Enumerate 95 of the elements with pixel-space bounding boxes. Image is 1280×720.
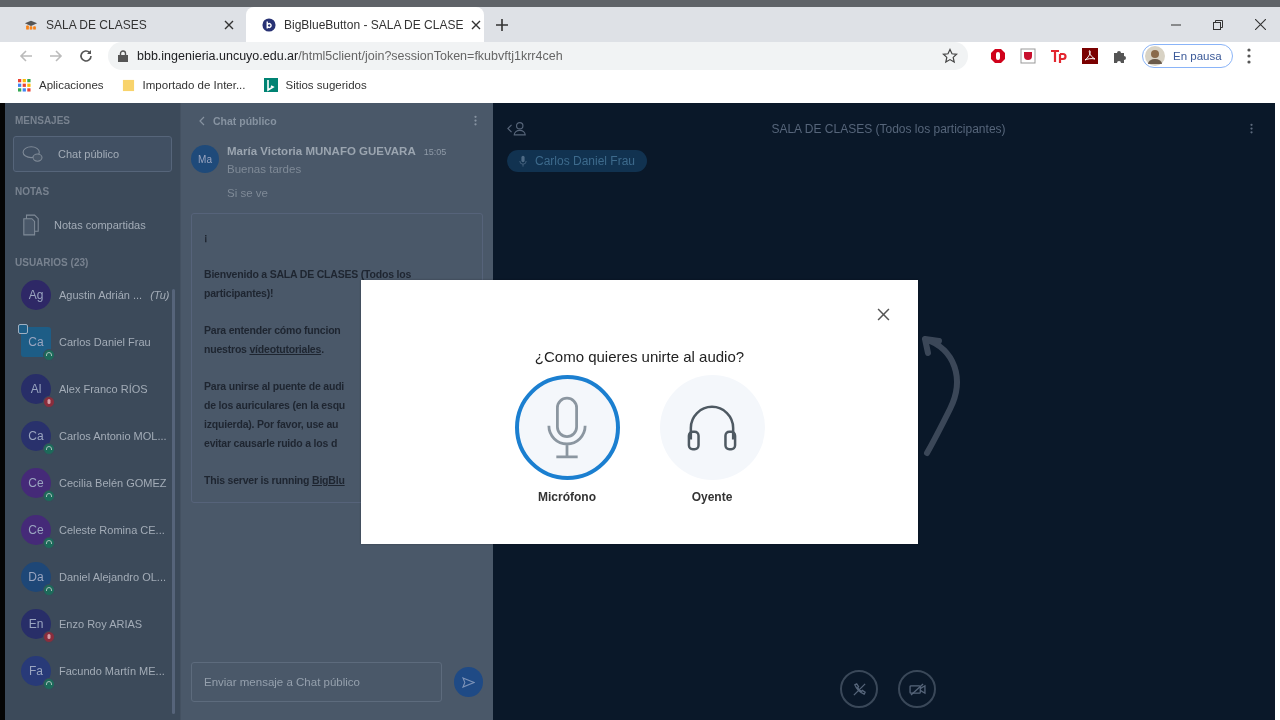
letter-b-icon [262, 17, 276, 32]
pdf-icon[interactable] [1082, 48, 1098, 64]
welcome-text: Para unirse al puente de audi [204, 379, 346, 394]
welcome-text: Para entender cómo funcion [204, 323, 342, 338]
welcome-text: participantes)! [204, 286, 275, 301]
stop-sign-icon[interactable] [990, 48, 1006, 64]
welcome-text: evitar causarle ruido a los d [204, 436, 339, 451]
user-name: Alex Franco RÍOS [59, 383, 148, 395]
user-name: Agustin Adrián ... [59, 289, 143, 301]
user-avatar: Ca [21, 421, 51, 451]
user-list-item[interactable]: En Enzo Roy ARIAS [15, 607, 180, 641]
user-name: Celeste Romina CE... [59, 524, 165, 536]
audio-option-button[interactable]: Oyente [659, 375, 765, 504]
user-list-item[interactable]: Ca Carlos Antonio MOL... [15, 419, 180, 453]
user-avatar: Ce [21, 468, 51, 498]
user-name: Cecilia Belén GOMEZ [59, 477, 167, 489]
kebab-menu-icon[interactable] [1250, 122, 1253, 135]
star-icon[interactable] [942, 48, 958, 64]
section-heading: NOTAS [15, 186, 51, 197]
microphone-icon [545, 395, 589, 460]
meeting-title: SALA DE CLASES (Todos los participantes) [771, 121, 1006, 136]
letter-b-icon [263, 78, 278, 92]
user-avatar: Ma [191, 145, 219, 173]
bookmark[interactable]: Aplicaciones [18, 78, 104, 92]
user-avatar: Da [21, 562, 51, 592]
welcome-text: de los auriculares (en la esqu [204, 398, 347, 413]
plus-icon[interactable] [496, 18, 508, 31]
bookmark[interactable]: Importado de Inter... [121, 78, 246, 92]
tp-logo-icon[interactable] [1050, 48, 1068, 64]
browser-tab[interactable]: BigBlueButton - SALA DE CLASE [246, 7, 484, 42]
user-avatar: Fa [21, 656, 51, 686]
puzzle-piece-icon[interactable] [1112, 48, 1128, 64]
app-grid-icon [18, 78, 31, 92]
muted-badge-icon [43, 396, 55, 408]
lock-icon [118, 50, 128, 62]
chat-bubbles-icon [22, 145, 44, 163]
phone-off-icon [851, 681, 867, 697]
user-avatar: Al [21, 374, 51, 404]
welcome-text: Bienvenido a SALA DE CLASES (Todos los [204, 267, 413, 282]
user-list-item[interactable]: Da Daniel Alejandro OL... [15, 560, 180, 594]
welcome-text: izquierda). Por favor, use au [204, 417, 340, 432]
close-icon[interactable] [471, 19, 482, 30]
tab-title: SALA DE CLASES [46, 17, 148, 32]
close-icon[interactable] [224, 19, 234, 30]
dialog-title: ¿Como quieres unirte al audio? [534, 348, 745, 365]
user-list-item[interactable]: Al Alex Franco RÍOS [15, 372, 180, 406]
address-bar[interactable]: bbb.ingenieria.uncuyo.edu.ar/html5client/join?sessionToken=fkubvftj1krr4ceh [108, 42, 968, 70]
scrollbar[interactable] [172, 289, 175, 714]
kebab-menu-icon[interactable] [1246, 48, 1251, 64]
restore-icon[interactable] [1213, 19, 1223, 30]
welcome-text: nuestros vídeotutoriales. [204, 342, 325, 357]
user-avatar: Ag [21, 280, 51, 310]
folder-icon [121, 78, 135, 92]
video-off-button[interactable] [898, 670, 936, 708]
chevron-left-icon [199, 115, 205, 126]
close-icon[interactable] [877, 308, 890, 321]
welcome-text: ¡ [204, 230, 209, 245]
user-name: Carlos Daniel Frau [59, 336, 151, 348]
browser-tab[interactable]: SALA DE CLASES [8, 7, 246, 42]
close-icon[interactable] [1255, 19, 1266, 30]
user-name: Enzo Roy ARIAS [59, 618, 143, 630]
user-name: Carlos Antonio MOL... [59, 430, 167, 442]
user-name: Facundo Martín ME... [59, 665, 165, 677]
user-list-item[interactable]: Ce Cecilia Belén GOMEZ [15, 466, 180, 500]
user-avatar: En [21, 609, 51, 639]
avatar-icon [1145, 46, 1165, 66]
user-avatar: Ce [21, 515, 51, 545]
tab-title: BigBlueButton - SALA DE CLASE [284, 17, 464, 32]
leave-audio-button[interactable] [840, 670, 878, 708]
muted-badge-icon [43, 631, 55, 643]
welcome-text: This server is running BigBlu [204, 473, 346, 488]
message-time: 15:05 [423, 147, 447, 157]
user-toggle-icon[interactable] [507, 121, 527, 136]
bookmark[interactable]: Sitios sugeridos [263, 78, 367, 92]
camera-off-icon [908, 682, 926, 696]
user-name: Daniel Alejandro OL... [59, 571, 166, 583]
user-list-item[interactable]: Ce Celeste Romina CE... [15, 513, 180, 547]
shield-icon[interactable] [1020, 48, 1036, 64]
message-input-field[interactable]: Enviar mensaje a Chat público [191, 662, 442, 702]
reload-icon[interactable] [78, 48, 94, 64]
user-list-item[interactable]: Ag Agustin Adrián ... (Tu) [15, 278, 180, 312]
send-icon [461, 676, 475, 688]
message-author: María Victoria MUNAFO GUEVARA [227, 145, 416, 157]
microphone-icon [519, 155, 527, 167]
url-text: bbb.ingenieria.uncuyo.edu.ar/html5client/join?sessionToken=fkubvftj1krr4ceh [137, 49, 563, 63]
audio-option-button[interactable]: Micrófono [514, 375, 620, 504]
presentation-screen-icon [18, 324, 28, 334]
notes-item[interactable]: Notas compartidas [13, 207, 172, 243]
you-label: (Tu) [150, 289, 170, 301]
section-heading: MENSAJES [15, 115, 71, 126]
user-list-item[interactable]: Fa Facundo Martín ME... [15, 654, 180, 688]
chat-item[interactable]: Chat público [13, 136, 172, 172]
documents-icon [22, 214, 40, 236]
user-list-item[interactable]: Ca Carlos Daniel Frau [15, 325, 180, 359]
section-heading: USUARIOS (23) [15, 257, 90, 268]
